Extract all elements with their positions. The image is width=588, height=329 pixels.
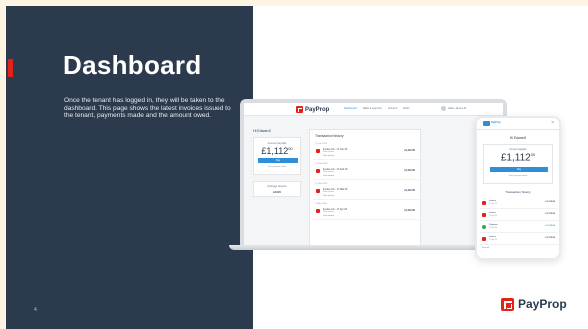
footer-logo-text: PayProp <box>518 297 567 311</box>
phone-transaction-title: Payment <box>489 224 498 226</box>
transaction-row[interactable]: Invoice 1/1 - 17 Apr 23 Rent invoice £1,… <box>313 206 419 220</box>
payprop-logo-icon <box>296 106 303 113</box>
phone-transaction-date: 17 Feb 23 <box>489 215 498 217</box>
laptop-transactions-panel: Transaction history 17 Jan 2023 Invoice … <box>309 129 421 247</box>
laptop-dashboard: PayProp Dashboard Make a payment Account… <box>244 103 503 247</box>
payprop-logo-icon <box>501 297 514 311</box>
page-number: 4 <box>34 307 37 313</box>
phone-balance-amount: £1,11200 <box>484 152 552 163</box>
phone-view-all-link[interactable]: View all <box>482 247 489 249</box>
transaction-link[interactable]: View invoice <box>323 155 334 157</box>
transaction-link[interactable]: View invoice <box>323 175 334 177</box>
laptop-logo-text: PayProp <box>305 106 330 113</box>
left-panel: Dashboard Once the tenant has logged in,… <box>6 6 253 329</box>
invoice-icon <box>316 209 320 213</box>
phone-transaction-date: 17 Jan 23 <box>489 203 497 205</box>
payment-check-icon <box>482 225 486 229</box>
balance-amount-main: £1,112 <box>261 146 289 156</box>
laptop-nav-links: Dashboard Make a payment Account Refer <box>344 107 410 110</box>
house-icon <box>483 121 490 126</box>
laptop-greeting: Hi Edward! <box>253 129 271 133</box>
close-icon[interactable]: × <box>551 120 554 126</box>
nav-link-dashboard[interactable]: Dashboard <box>344 107 357 110</box>
transaction-subtitle: Rent invoice <box>323 191 335 193</box>
transaction-row[interactable]: Invoice 1/1 - 17 Mar 23 Rent invoice £1,… <box>313 186 419 200</box>
phone-transaction-row[interactable]: Invoice 17 Feb 23 £1,112.00 <box>480 210 558 221</box>
footer-logo: PayProp <box>501 297 567 311</box>
phone-transaction-row[interactable]: Payment 17 Feb 23 £1,112.00 <box>480 222 558 233</box>
phone-transaction-row[interactable]: Invoice 17 Mar 23 £1,112.00 <box>480 234 558 245</box>
avatar-icon <box>441 106 446 111</box>
laptop-navbar: PayProp Dashboard Make a payment Account… <box>244 103 503 116</box>
phone-transactions-title: Transaction history <box>505 190 531 194</box>
phone-balance-pence: 00 <box>530 152 536 157</box>
deposit-label: Damage deposit <box>267 185 287 188</box>
laptop-pay-button[interactable]: Pay <box>258 158 298 163</box>
balance-label: Amount payable <box>267 142 287 145</box>
phone-transaction-list: Invoice 17 Jan 23 £1,112.00 Invoice 17 F… <box>480 198 558 246</box>
phone-transaction-date: 17 Feb 23 <box>489 227 498 229</box>
laptop-deposit-card: Damage deposit £0.00 <box>253 181 301 197</box>
slide: Dashboard Once the tenant has logged in,… <box>6 6 588 329</box>
transaction-row[interactable]: Invoice 1/1 - 17 Feb 23 Rent invoice £1,… <box>313 166 419 180</box>
slide-title: Dashboard <box>63 50 202 80</box>
transaction-amount: £1,112.00 <box>404 169 415 172</box>
phone-transaction-title: Invoice <box>489 200 496 202</box>
transaction-amount: £1,112.00 <box>404 209 415 212</box>
transactions-title: Transaction history <box>315 134 344 138</box>
invoice-icon <box>316 149 320 153</box>
phone-transaction-amount: £1,112.00 <box>545 201 555 203</box>
transaction-amount: £1,112.00 <box>404 189 415 192</box>
phone-balance-main: £1,112 <box>500 152 531 164</box>
laptop-user-menu[interactable]: Hello, James M <box>441 106 466 111</box>
phone-balance-card: Amount payable £1,11200 Pay View payment… <box>483 144 553 184</box>
user-label: Hello, James M <box>448 107 466 110</box>
phone-header: PayProp × <box>477 118 559 130</box>
phone-transaction-amount: £1,112.00 <box>545 213 555 215</box>
deposit-value: £0.00 <box>273 190 281 194</box>
balance-amount: £1,11200 <box>254 146 300 156</box>
phone-greeting: Hi Edward! <box>509 136 527 140</box>
transaction-subtitle: Rent invoice <box>323 151 335 153</box>
phone-brand: PayProp <box>491 121 501 124</box>
phone-balance-label: Amount payable <box>509 148 527 151</box>
transaction-subtitle: Rent invoice <box>323 171 335 173</box>
transaction-subtitle: Rent invoice <box>323 211 335 213</box>
accent-bar <box>8 59 13 77</box>
phone-transaction-title: Invoice <box>489 212 496 214</box>
phone-pay-button[interactable]: Pay <box>490 167 548 172</box>
phone-transaction-title: Invoice <box>489 236 496 238</box>
transaction-row[interactable]: Invoice 1/1 - 17 Jan 23 Rent invoice £1,… <box>313 146 419 160</box>
laptop-screen: PayProp Dashboard Make a payment Account… <box>240 99 507 247</box>
invoice-icon <box>482 201 486 205</box>
laptop-balance-card: Amount payable £1,11200 Pay View payment… <box>253 137 301 175</box>
nav-link-make-payment[interactable]: Make a payment <box>363 107 382 110</box>
phone-mockup: PayProp × Hi Edward! Amount payable £1,1… <box>475 116 561 260</box>
invoice-icon <box>482 213 486 217</box>
slide-description: Once the tenant has logged in, they will… <box>64 97 231 120</box>
phone-balance-link[interactable]: View payment details <box>484 175 552 177</box>
nav-link-account[interactable]: Account <box>388 107 397 110</box>
phone-transaction-row[interactable]: Invoice 17 Jan 23 £1,112.00 <box>480 198 558 209</box>
invoice-icon <box>316 169 320 173</box>
balance-amount-pence: 00 <box>288 146 293 151</box>
transaction-amount: £1,112.00 <box>404 149 415 152</box>
laptop-transaction-list: 17 Jan 2023 Invoice 1/1 - 17 Jan 23 Rent… <box>313 142 419 222</box>
invoice-icon <box>316 189 320 193</box>
invoice-icon <box>482 237 486 241</box>
nav-link-refer[interactable]: Refer <box>403 107 409 110</box>
phone-transaction-amount: £1,112.00 <box>545 225 555 227</box>
phone-transaction-date: 17 Mar 23 <box>489 239 498 241</box>
balance-details-link[interactable]: View payment details <box>254 166 300 168</box>
laptop-logo[interactable]: PayProp <box>296 106 329 113</box>
transaction-link[interactable]: View invoice <box>323 195 334 197</box>
phone-transaction-amount: £1,112.00 <box>545 237 555 239</box>
transaction-link[interactable]: View invoice <box>323 215 334 217</box>
